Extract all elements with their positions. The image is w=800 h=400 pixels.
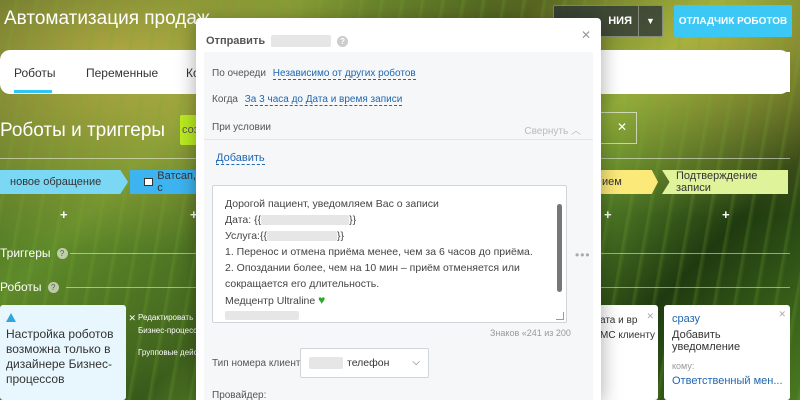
green-heart-icon: ♥	[318, 293, 326, 307]
redacted-text	[309, 357, 343, 369]
when-value-link[interactable]: За 3 часа до Дата и время записи	[244, 94, 403, 106]
robot-card-to-label: кому:	[672, 361, 695, 371]
phone-type-value: телефон	[347, 357, 390, 369]
robots-label: Роботы?	[0, 280, 59, 294]
help-icon[interactable]: ?	[337, 35, 349, 47]
triggers-label: Триггеры?	[0, 246, 68, 260]
robots-text: Роботы	[0, 280, 42, 294]
robot-settings-modal: Отправить ? ✕ По очереди Независимо от д…	[196, 18, 601, 400]
robot-card[interactable]: ата и вр МС клиенту ✕	[596, 305, 658, 400]
phone-type-select[interactable]: телефон ⌵	[300, 348, 429, 378]
stage-confirmation[interactable]: Подтверждение записи	[662, 170, 788, 194]
more-icon[interactable]: •••	[604, 372, 615, 383]
message-line-text: Услуга:{{	[225, 230, 267, 242]
more-icon[interactable]: •••	[575, 248, 591, 262]
message-line: Услуга:{{}}	[225, 228, 566, 244]
add-condition-link[interactable]: Добавить	[216, 152, 265, 165]
close-icon[interactable]: ✕	[778, 309, 786, 320]
message-line-text: Дата: {{	[225, 214, 262, 226]
collapse-toggle[interactable]: Свернуть ︿	[524, 122, 581, 137]
stage-new-request[interactable]: новое обращение	[0, 170, 128, 194]
chevron-down-icon[interactable]: ▼	[638, 6, 662, 36]
message-line: 1. Перенос и отмена приёма менее, чем за…	[225, 246, 533, 258]
char-counter: Знаков «241 из 200	[490, 328, 571, 338]
edit-hint: Групповые дейс	[138, 348, 198, 357]
robot-card-line: МС клиенту	[600, 330, 656, 341]
add-robot-plus-icon[interactable]: +	[604, 207, 612, 222]
stage-label: ием	[602, 176, 622, 188]
edit-hint: Редактировать в	[138, 313, 200, 322]
queue-row: По очереди Независимо от других роботов	[212, 68, 416, 80]
divider	[601, 253, 790, 254]
message-line-text: }}	[336, 230, 344, 242]
message-line	[225, 309, 566, 325]
warning-icon	[6, 313, 16, 322]
modal-title: Отправить	[206, 35, 266, 47]
divider	[66, 287, 196, 288]
chevron-down-icon: ⌵	[412, 357, 420, 368]
condition-label: При условии	[212, 122, 271, 133]
redacted-text	[271, 35, 332, 47]
active-tab-indicator	[14, 90, 52, 93]
warning-card: Настройка роботов возможна только в диза…	[0, 305, 136, 400]
robot-card-when: сразу	[672, 313, 701, 325]
chevron-up-icon: ︿	[571, 126, 581, 137]
queue-label: По очереди	[212, 68, 266, 79]
phone-type-label: Тип номера клиента:	[212, 358, 309, 369]
provider-label: Провайдер:	[212, 390, 267, 400]
message-line: Медцентр Ultraline ♥	[225, 292, 566, 309]
edit-hint: Бизнес-процесс	[138, 326, 198, 335]
message-textarea[interactable]: Дорогой пациент, уведомляем Вас о записи…	[212, 185, 567, 323]
stage-label: Ватсап, с	[157, 170, 196, 194]
message-line-text: Медцентр Ultraline	[225, 295, 316, 307]
stage-whatsapp[interactable]: Ватсап, с	[130, 170, 200, 194]
queue-value-link[interactable]: Независимо от других роботов	[272, 68, 416, 80]
page-title: Роботы и триггеры	[0, 120, 166, 141]
add-robot-plus-icon[interactable]: +	[722, 207, 730, 222]
redacted-text	[225, 311, 299, 320]
app-title: Автоматизация продаж	[4, 8, 210, 29]
close-icon[interactable]: ✕	[617, 120, 627, 134]
message-line: 2. Опоздании более, чем на 10 мин – приё…	[225, 262, 520, 274]
chat-icon	[144, 178, 154, 186]
close-icon[interactable]: ✕	[128, 311, 136, 326]
condition-bar: При условии Свернуть ︿	[204, 114, 593, 140]
redacted-text	[261, 215, 350, 226]
add-robot-plus-icon[interactable]: +	[60, 207, 68, 222]
when-label: Когда	[212, 94, 238, 105]
tab-robots[interactable]: Роботы	[14, 66, 56, 80]
tab-variables[interactable]: Переменные	[86, 66, 158, 80]
modal-body: По очереди Независимо от других роботов …	[204, 52, 593, 400]
robot-card-title: Добавить уведомление	[672, 329, 741, 353]
header-dropdown-label: НИЯ	[608, 15, 632, 27]
resize-handle-icon[interactable]	[556, 312, 564, 320]
stage-label: Подтверждение записи	[676, 170, 758, 194]
when-row: Когда За 3 часа до Дата и время записи	[212, 94, 403, 106]
message-line: Дорогой пациент, уведомляем Вас о записи	[225, 198, 439, 210]
help-icon[interactable]: ?	[56, 247, 68, 259]
robot-card[interactable]: сразу Добавить уведомление кому: Ответст…	[664, 305, 790, 400]
collapse-label: Свернуть	[524, 126, 569, 137]
stage-appointment[interactable]: ием	[596, 170, 658, 194]
message-line: сокращается его длительность.	[225, 278, 380, 290]
stage-label: новое обращение	[10, 176, 102, 188]
triggers-text: Триггеры	[0, 246, 51, 260]
divider	[70, 253, 196, 254]
modal-header: Отправить ?	[196, 18, 601, 52]
divider	[601, 287, 790, 288]
help-icon[interactable]: ?	[47, 281, 59, 293]
redacted-text	[266, 231, 337, 242]
scrollbar-thumb[interactable]	[557, 204, 562, 292]
message-line-text: }}	[349, 214, 357, 226]
message-line: Дата: {{}}	[225, 212, 566, 228]
warning-text: Настройка роботов возможна только в диза…	[6, 327, 114, 386]
tab-bar-right	[601, 52, 790, 92]
robot-card-to-value[interactable]: Ответственный мен...	[672, 375, 790, 387]
robot-debugger-button[interactable]: ОТЛАДЧИК РОБОТОВ	[674, 5, 792, 37]
close-icon[interactable]: ✕	[581, 28, 591, 42]
close-icon[interactable]: ✕	[646, 309, 654, 324]
